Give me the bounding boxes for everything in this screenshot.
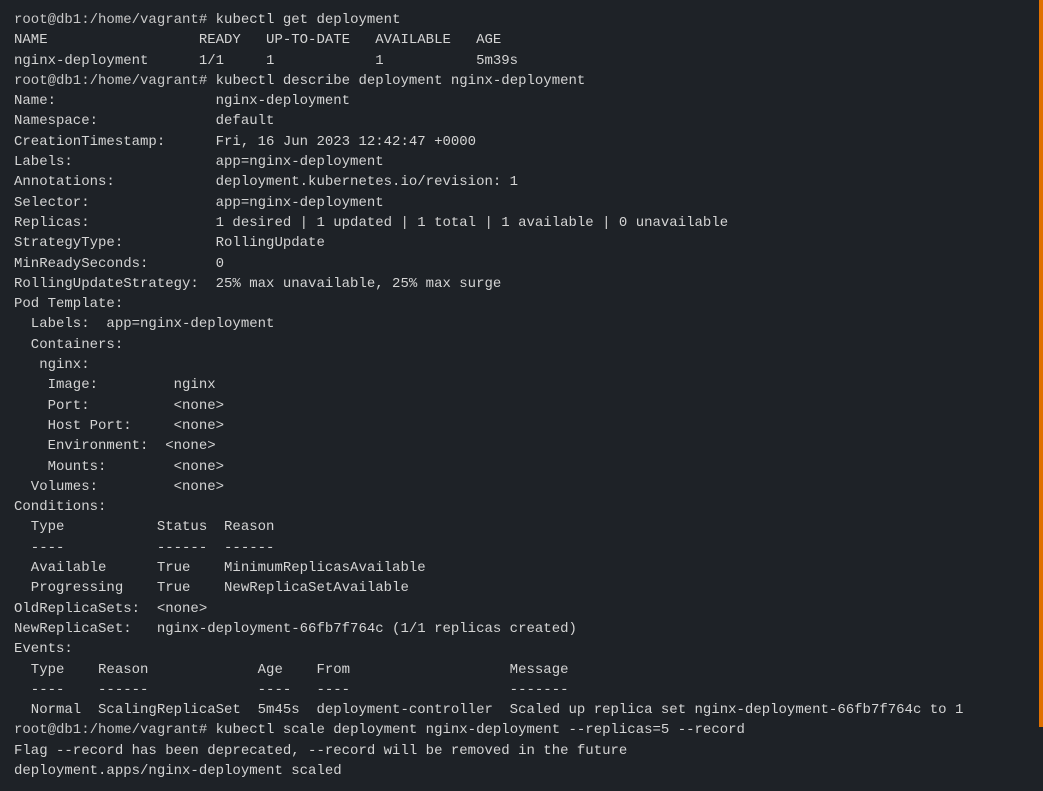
terminal-output-line: Environment: <none> (14, 436, 1029, 456)
terminal-output-line: Type Reason Age From Message (14, 660, 1029, 680)
terminal-output-line: Events: (14, 639, 1029, 659)
terminal-output-line: nginx-deployment 1/1 1 1 5m39s (14, 51, 1029, 71)
terminal-output-line: Annotations: deployment.kubernetes.io/re… (14, 172, 1029, 192)
terminal-output-line: Mounts: <none> (14, 457, 1029, 477)
terminal-output-line: ---- ------ ---- ---- ------- (14, 680, 1029, 700)
terminal-output-line: OldReplicaSets: <none> (14, 599, 1029, 619)
terminal-output-line: RollingUpdateStrategy: 25% max unavailab… (14, 274, 1029, 294)
terminal-output-line: Name: nginx-deployment (14, 91, 1029, 111)
terminal-prompt-line: root@db1:/home/vagrant# kubectl get depl… (14, 10, 1029, 30)
terminal-output-line: Volumes: <none> (14, 477, 1029, 497)
terminal-output-line: Available True MinimumReplicasAvailable (14, 558, 1029, 578)
terminal-prompt-line: root@db1:/home/vagrant# kubectl describe… (14, 71, 1029, 91)
terminal-output-line: Type Status Reason (14, 517, 1029, 537)
terminal-prompt-line: root@db1:/home/vagrant# kubectl scale de… (14, 720, 1029, 740)
terminal-output-line: Pod Template: (14, 294, 1029, 314)
terminal-output-line: MinReadySeconds: 0 (14, 254, 1029, 274)
terminal-output-line: Selector: app=nginx-deployment (14, 193, 1029, 213)
terminal-output-line: StrategyType: RollingUpdate (14, 233, 1029, 253)
terminal-output-line: Replicas: 1 desired | 1 updated | 1 tota… (14, 213, 1029, 233)
scrollbar-indicator (1039, 0, 1043, 727)
terminal-output-line: CreationTimestamp: Fri, 16 Jun 2023 12:4… (14, 132, 1029, 152)
terminal-output-line: Namespace: default (14, 111, 1029, 131)
terminal-output-line: Port: <none> (14, 396, 1029, 416)
terminal-output-line: Labels: app=nginx-deployment (14, 314, 1029, 334)
terminal: root@db1:/home/vagrant# kubectl get depl… (14, 10, 1029, 781)
terminal-output-line: Containers: (14, 335, 1029, 355)
terminal-output-line: nginx: (14, 355, 1029, 375)
terminal-output-line: Flag --record has been deprecated, --rec… (14, 741, 1029, 761)
terminal-output-line: deployment.apps/nginx-deployment scaled (14, 761, 1029, 781)
terminal-output-line: Image: nginx (14, 375, 1029, 395)
terminal-output-line: Host Port: <none> (14, 416, 1029, 436)
terminal-output-line: Conditions: (14, 497, 1029, 517)
terminal-output-line: ---- ------ ------ (14, 538, 1029, 558)
terminal-output-line: Normal ScalingReplicaSet 5m45s deploymen… (14, 700, 1029, 720)
terminal-output-line: Labels: app=nginx-deployment (14, 152, 1029, 172)
terminal-output-line: NewReplicaSet: nginx-deployment-66fb7f76… (14, 619, 1029, 639)
terminal-output-line: NAME READY UP-TO-DATE AVAILABLE AGE (14, 30, 1029, 50)
terminal-output-line: Progressing True NewReplicaSetAvailable (14, 578, 1029, 598)
